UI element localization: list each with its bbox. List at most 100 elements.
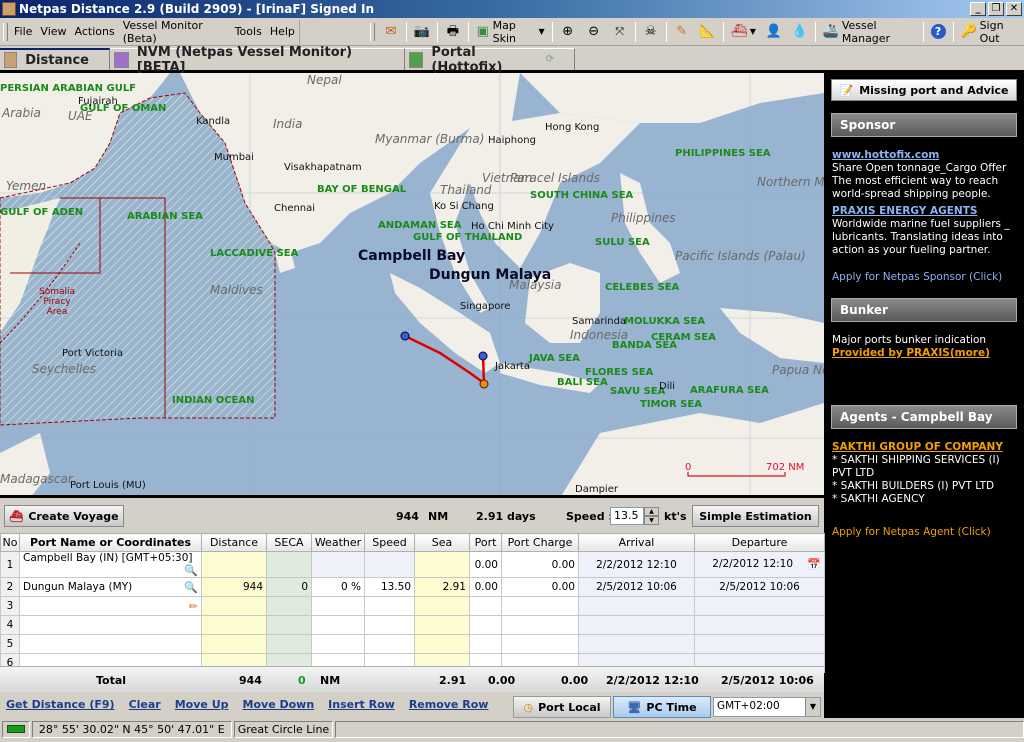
bunker-button[interactable]: 💧 xyxy=(787,21,813,43)
speed-spinner[interactable]: ▲ ▼ xyxy=(644,507,659,525)
tab-portal[interactable]: Portal (Hottofix) ⟳ xyxy=(405,45,575,75)
cell-sea[interactable]: 2.91 xyxy=(414,577,470,597)
tab-nvm[interactable]: NVM (Netpas Vessel Monitor) [BETA] xyxy=(110,45,405,75)
menu-vessel-monitor[interactable]: Vessel Monitor (Beta) xyxy=(119,19,231,45)
move-down-link[interactable]: Move Down xyxy=(243,698,315,716)
apply-sponsor-link[interactable]: Apply for Netpas Sponsor (Click) xyxy=(832,271,1022,284)
cell-arrival[interactable]: 2/5/2012 10:06 xyxy=(578,577,695,597)
menu-file[interactable]: File xyxy=(10,25,36,38)
cell-charge[interactable] xyxy=(501,634,579,654)
dropdown-arrow-icon[interactable]: ▼ xyxy=(805,698,820,716)
map-label-campbell-bay[interactable]: Campbell Bay xyxy=(358,248,465,264)
cell-seca[interactable]: 0 xyxy=(266,577,312,597)
cell-port[interactable] xyxy=(19,634,202,654)
cell-port-days[interactable] xyxy=(469,596,502,616)
cell-port-days[interactable] xyxy=(469,615,502,635)
fit-extent-button[interactable]: ⤧ xyxy=(607,21,633,43)
speed-input[interactable]: 13.5 xyxy=(610,507,644,525)
menu-help[interactable]: Help xyxy=(266,25,299,38)
port-local-button[interactable]: ◷ Port Local xyxy=(513,696,611,718)
zoom-out-button[interactable]: ⊖ xyxy=(581,21,607,43)
search-port-icon[interactable]: 🔍 xyxy=(184,581,198,594)
cell-charge[interactable] xyxy=(501,615,579,635)
col-header[interactable]: Port Name or Coordinates xyxy=(19,533,202,552)
zoom-in-button[interactable]: ⊕ xyxy=(555,21,581,43)
cell-departure[interactable] xyxy=(694,615,825,635)
remove-row-link[interactable]: Remove Row xyxy=(409,698,489,716)
cell-arrival[interactable] xyxy=(578,634,695,654)
cell-weather[interactable]: 0 % xyxy=(311,577,365,597)
agent-company-link[interactable]: SAKTHI GROUP OF COMPANY xyxy=(832,441,1022,454)
cell-port[interactable]: Campbell Bay (IN) [GMT+05:30] 🔍 xyxy=(19,551,202,578)
table-row[interactable]: 5 xyxy=(0,634,825,654)
spin-down-icon[interactable]: ▼ xyxy=(644,516,659,525)
col-header[interactable]: Port Charge xyxy=(501,533,579,552)
cell-charge[interactable] xyxy=(501,596,579,616)
map-label-dungun-malaya[interactable]: Dungun Malaya xyxy=(429,267,551,283)
missing-port-button[interactable]: 📝 Missing port and Advice xyxy=(831,79,1017,101)
cell-port[interactable]: Dungun Malaya (MY) 🔍 xyxy=(19,577,202,597)
cell-sea[interactable] xyxy=(414,596,470,616)
cell-distance[interactable] xyxy=(201,634,267,654)
move-up-link[interactable]: Move Up xyxy=(175,698,229,716)
ruler-button[interactable]: 📐 xyxy=(695,21,721,43)
piracy-button[interactable]: ☠ xyxy=(638,21,664,43)
cell-weather[interactable] xyxy=(311,551,365,578)
col-header[interactable]: Departure xyxy=(694,533,825,552)
cell-speed[interactable] xyxy=(364,596,415,616)
cell-speed[interactable] xyxy=(364,551,415,578)
hottofix-link[interactable]: www.hottofix.com xyxy=(832,149,1022,162)
col-header[interactable]: Sea xyxy=(414,533,470,552)
help-button[interactable]: ? xyxy=(926,21,951,43)
cell-port-days[interactable] xyxy=(469,634,502,654)
map-view[interactable]: PERSIAN ARABIAN GULF GULF OF OMAN GULF O… xyxy=(0,73,824,498)
cell-sea[interactable] xyxy=(414,634,470,654)
apply-agent-link[interactable]: Apply for Netpas Agent (Click) xyxy=(832,526,1022,539)
menu-view[interactable]: View xyxy=(36,25,70,38)
cell-departure[interactable]: 2/2/2012 12:10 📅 xyxy=(694,551,825,578)
col-header[interactable]: SECA xyxy=(266,533,312,552)
calendar-icon[interactable]: 📅 xyxy=(807,558,821,571)
cell-charge[interactable]: 0.00 xyxy=(501,577,579,597)
cell-port[interactable] xyxy=(19,615,202,635)
cell-sea[interactable] xyxy=(414,615,470,635)
tab-distance[interactable]: Distance xyxy=(0,48,110,70)
table-row[interactable]: 1 Campbell Bay (IN) [GMT+05:30] 🔍 0.00 0.00 2… xyxy=(0,551,825,578)
cell-arrival[interactable]: 2/2/2012 12:10 xyxy=(578,551,695,578)
map-skin-dropdown[interactable]: ▣ Map Skin ▼ xyxy=(471,19,550,45)
cell-port-days[interactable]: 0.00 xyxy=(469,577,502,597)
col-header[interactable]: Port xyxy=(469,533,502,552)
cell-distance[interactable] xyxy=(201,615,267,635)
eca-edit-button[interactable]: ✎ xyxy=(669,21,695,43)
cell-seca[interactable] xyxy=(266,634,312,654)
table-row[interactable]: 4 xyxy=(0,615,825,635)
cell-seca[interactable] xyxy=(266,551,312,578)
col-header[interactable]: Arrival xyxy=(578,533,695,552)
search-port-icon[interactable]: 🔍 xyxy=(184,564,198,577)
col-header[interactable]: No xyxy=(0,533,20,552)
cell-port[interactable]: ✏ xyxy=(19,596,202,616)
agent-button[interactable]: 👤 xyxy=(761,21,787,43)
close-button[interactable]: ✕ xyxy=(1006,2,1022,16)
pc-time-button[interactable]: 🖥 PC Time xyxy=(613,696,711,718)
vessel-manager-button[interactable]: 🚢 Vessel Manager xyxy=(818,19,921,45)
cell-seca[interactable] xyxy=(266,615,312,635)
simple-estimation-button[interactable]: Simple Estimation xyxy=(692,505,819,527)
praxis-bunker-link[interactable]: Provided by PRAXIS(more) xyxy=(832,347,1022,360)
cell-charge[interactable]: 0.00 xyxy=(501,551,579,578)
table-row[interactable]: 2 Dungun Malaya (MY) 🔍 944 0 0 % 13.50 2.91 0.00… xyxy=(0,577,825,597)
cell-departure[interactable]: 2/5/2012 10:06 xyxy=(694,577,825,597)
col-header[interactable]: Weather xyxy=(311,533,365,552)
ship-button[interactable]: ⛴ ▼ xyxy=(726,21,761,43)
edit-pencil-icon[interactable]: ✏ xyxy=(189,600,198,613)
cell-departure[interactable] xyxy=(694,596,825,616)
minimize-button[interactable]: _ xyxy=(970,2,986,16)
col-header[interactable]: Speed xyxy=(364,533,415,552)
cell-distance[interactable] xyxy=(201,551,267,578)
cell-speed[interactable] xyxy=(364,615,415,635)
get-distance-link[interactable]: Get Distance (F9) xyxy=(6,698,115,716)
cell-seca[interactable] xyxy=(266,596,312,616)
cell-weather[interactable] xyxy=(311,634,365,654)
print-button[interactable]: 🖶 xyxy=(440,21,466,43)
cell-weather[interactable] xyxy=(311,596,365,616)
